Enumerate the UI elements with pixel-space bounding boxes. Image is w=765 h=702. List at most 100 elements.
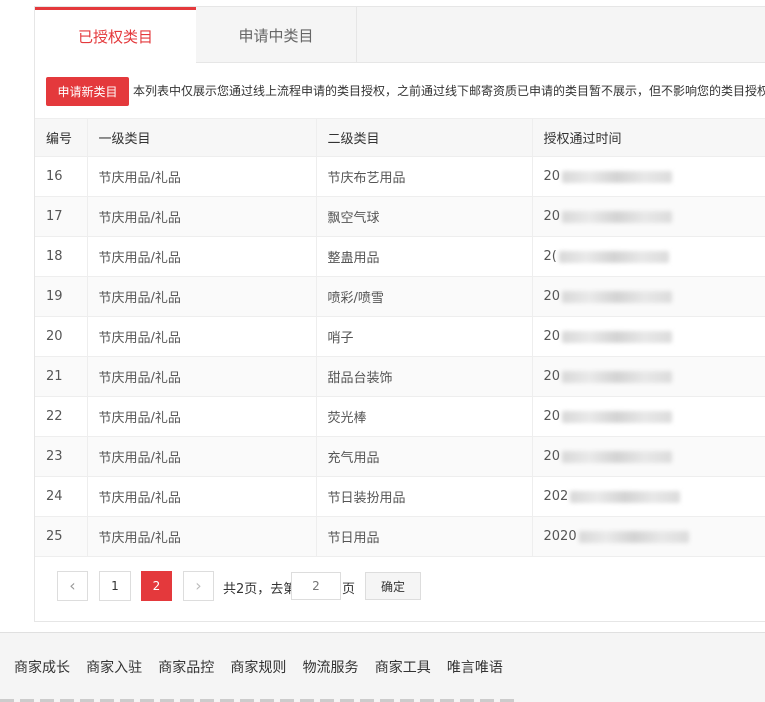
cell-level1: 节庆用品/礼品 — [87, 436, 317, 477]
redacted-blur — [562, 210, 673, 223]
time-text: 20 — [543, 289, 561, 304]
table-row: 21 节庆用品/礼品 甜品台装饰 20 — [35, 356, 765, 397]
category-panel: 已授权类目 申请中类目 申请新类目 本列表中仅展示您通过线上流程申请的类目授权，… — [34, 6, 765, 622]
cell-level2: 飘空气球 — [316, 196, 533, 237]
cell-level2: 喷彩/喷雪 — [316, 276, 533, 317]
cell-time: 20 — [532, 436, 765, 477]
footer-link[interactable]: 商家品控 — [158, 660, 214, 676]
cell-level2: 节日用品 — [316, 516, 533, 557]
redacted-blur — [562, 410, 673, 423]
cell-level1: 节庆用品/礼品 — [87, 236, 317, 277]
cell-time: 202 — [532, 476, 765, 517]
redacted-blur — [562, 170, 673, 183]
cell-time: 2020 — [532, 516, 765, 557]
cell-id: 17 — [35, 196, 88, 237]
table-row: 20 节庆用品/礼品 哨子 20 — [35, 316, 765, 357]
cell-level1: 节庆用品/礼品 — [87, 316, 317, 357]
page-unit-text: 页 — [342, 582, 356, 597]
confirm-goto-button[interactable]: 确定 — [365, 572, 421, 600]
table-row: 18 节庆用品/礼品 整蛊用品 2( — [35, 236, 765, 277]
time-text: 20 — [543, 329, 561, 344]
footer-link[interactable]: 唯言唯语 — [447, 660, 503, 676]
cell-time: 20 — [532, 196, 765, 237]
footer-link[interactable]: 商家规则 — [230, 660, 286, 676]
footer-link[interactable]: 商家入驻 — [86, 660, 142, 676]
table-row: 17 节庆用品/礼品 飘空气球 20 — [35, 196, 765, 237]
table-row: 22 节庆用品/礼品 荧光棒 20 — [35, 396, 765, 437]
cell-level2: 充气用品 — [316, 436, 533, 477]
time-text: 20 — [543, 369, 561, 384]
header-time: 授权通过时间 — [532, 118, 765, 157]
cell-id: 16 — [35, 156, 88, 197]
table-header-row: 编号 一级类目 二级类目 授权通过时间 — [35, 118, 765, 157]
time-text: 20 — [543, 449, 561, 464]
apply-category-button[interactable]: 申请新类目 — [46, 77, 129, 106]
cell-id: 20 — [35, 316, 88, 357]
prev-page-button[interactable]: ‹ — [57, 571, 88, 601]
time-text: 2020 — [543, 529, 577, 544]
time-text: 20 — [543, 209, 561, 224]
tab-authorized[interactable]: 已授权类目 — [35, 7, 196, 64]
page-2-button[interactable]: 2 — [141, 571, 172, 601]
redacted-blur — [562, 450, 673, 463]
cell-id: 18 — [35, 236, 88, 277]
redacted-blur — [562, 330, 673, 343]
tab-applying[interactable]: 申请中类目 — [196, 7, 357, 63]
tab-bar: 已授权类目 申请中类目 — [35, 7, 765, 64]
table-row: 19 节庆用品/礼品 喷彩/喷雪 20 — [35, 276, 765, 317]
cell-level1: 节庆用品/礼品 — [87, 516, 317, 557]
header-id: 编号 — [35, 118, 88, 157]
cell-id: 21 — [35, 356, 88, 397]
site-footer: 商家成长 商家入驻 商家品控 商家规则 物流服务 商家工具 唯言唯语 — [0, 632, 765, 702]
table-row: 23 节庆用品/礼品 充气用品 20 — [35, 436, 765, 477]
table-row: 16 节庆用品/礼品 节庆布艺用品 20 — [35, 156, 765, 197]
cell-time: 20 — [532, 156, 765, 197]
pagination: ‹ 1 2 › 共2页，去第 页 确定 — [35, 559, 765, 619]
time-text: 20 — [543, 409, 561, 424]
footer-link[interactable]: 商家成长 — [14, 660, 70, 676]
cell-level1: 节庆用品/礼品 — [87, 276, 317, 317]
cell-level2: 荧光棒 — [316, 396, 533, 437]
cell-level2: 节日装扮用品 — [316, 476, 533, 517]
footer-link[interactable]: 商家工具 — [375, 660, 431, 676]
redacted-blur — [558, 250, 669, 263]
total-pages-text: 共2页，去第 — [223, 582, 297, 597]
cell-level1: 节庆用品/礼品 — [87, 196, 317, 237]
cell-id: 22 — [35, 396, 88, 437]
table-row: 24 节庆用品/礼品 节日装扮用品 202 — [35, 476, 765, 517]
notice-text: 本列表中仅展示您通过线上流程申请的类目授权，之前通过线下邮寄资质已申请的类目暂不… — [133, 84, 765, 98]
cell-id: 24 — [35, 476, 88, 517]
time-text: 2( — [543, 249, 557, 264]
cell-level2: 节庆布艺用品 — [316, 156, 533, 197]
cell-level2: 甜品台装饰 — [316, 356, 533, 397]
header-level2: 二级类目 — [316, 118, 533, 157]
footer-links: 商家成长 商家入驻 商家品控 商家规则 物流服务 商家工具 唯言唯语 — [14, 657, 515, 677]
cell-level2: 整蛊用品 — [316, 236, 533, 277]
chevron-left-icon: ‹ — [69, 576, 76, 595]
redacted-blur — [562, 370, 673, 383]
cell-time: 20 — [532, 356, 765, 397]
cell-id: 19 — [35, 276, 88, 317]
cell-level1: 节庆用品/礼品 — [87, 356, 317, 397]
page-1-button[interactable]: 1 — [99, 571, 131, 601]
header-level1: 一级类目 — [87, 118, 317, 157]
cell-time: 20 — [532, 396, 765, 437]
cell-level1: 节庆用品/礼品 — [87, 156, 317, 197]
redacted-blur — [578, 530, 689, 543]
cell-level2: 哨子 — [316, 316, 533, 357]
goto-page-input[interactable] — [291, 572, 341, 600]
category-table: 编号 一级类目 二级类目 授权通过时间 16 节庆用品/礼品 节庆布艺用品 20 17… — [35, 118, 765, 557]
time-text: 20 — [543, 169, 561, 184]
cell-level1: 节庆用品/礼品 — [87, 476, 317, 517]
redacted-blur — [570, 490, 681, 503]
next-page-button[interactable]: › — [183, 571, 214, 601]
redacted-blur — [562, 290, 673, 303]
cell-time: 20 — [532, 276, 765, 317]
notice-row: 申请新类目 本列表中仅展示您通过线上流程申请的类目授权，之前通过线下邮寄资质已申… — [35, 64, 765, 118]
time-text: 202 — [543, 489, 569, 504]
chevron-right-icon: › — [195, 576, 202, 595]
cell-id: 25 — [35, 516, 88, 557]
table-row: 25 节庆用品/礼品 节日用品 2020 — [35, 516, 765, 557]
cell-level1: 节庆用品/礼品 — [87, 396, 317, 437]
footer-link[interactable]: 物流服务 — [303, 660, 359, 676]
